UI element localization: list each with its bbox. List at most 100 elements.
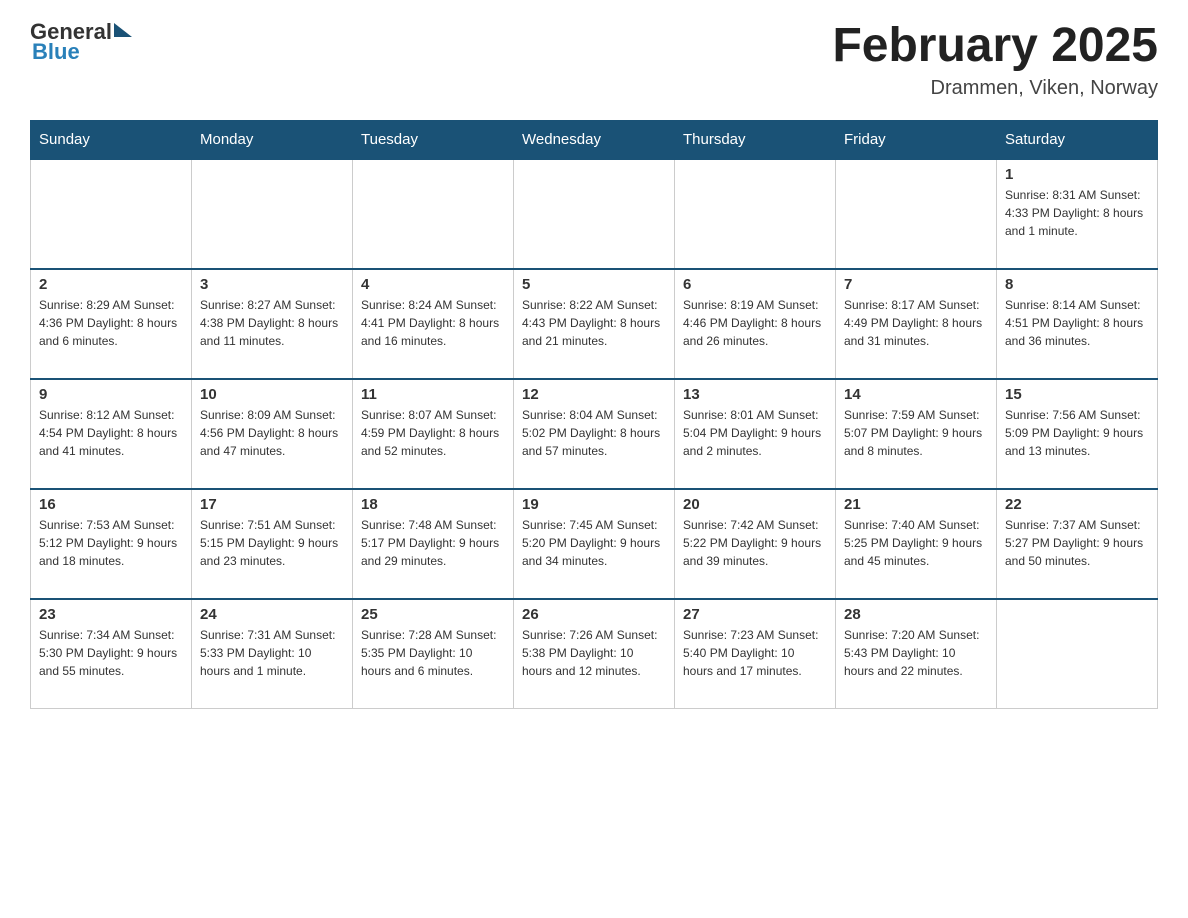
- logo: General Blue: [30, 20, 132, 64]
- month-title: February 2025: [832, 20, 1158, 73]
- day-info: Sunrise: 7:51 AM Sunset: 5:15 PM Dayligh…: [200, 516, 344, 570]
- calendar-week-5: 23 Sunrise: 7:34 AM Sunset: 5:30 PM Dayli…: [31, 599, 1158, 709]
- weekday-header-friday: Friday: [836, 120, 997, 159]
- day-number: 6: [683, 276, 827, 293]
- calendar-day: 4 Sunrise: 8:24 AM Sunset: 4:41 PM Daylig…: [353, 269, 514, 379]
- title-area: February 2025 Drammen, Viken, Norway: [832, 20, 1158, 100]
- calendar-day: 11 Sunrise: 8:07 AM Sunset: 4:59 PM Dayli…: [353, 379, 514, 489]
- calendar-day: [997, 599, 1158, 709]
- day-info: Sunrise: 7:40 AM Sunset: 5:25 PM Dayligh…: [844, 516, 988, 570]
- day-number: 14: [844, 386, 988, 403]
- calendar-day: [514, 159, 675, 269]
- weekday-header-sunday: Sunday: [31, 120, 192, 159]
- day-info: Sunrise: 7:37 AM Sunset: 5:27 PM Dayligh…: [1005, 516, 1149, 570]
- day-info: Sunrise: 7:56 AM Sunset: 5:09 PM Dayligh…: [1005, 406, 1149, 460]
- calendar-day: 16 Sunrise: 7:53 AM Sunset: 5:12 PM Dayli…: [31, 489, 192, 599]
- day-info: Sunrise: 8:12 AM Sunset: 4:54 PM Dayligh…: [39, 406, 183, 460]
- day-number: 23: [39, 606, 183, 623]
- calendar-day: 28 Sunrise: 7:20 AM Sunset: 5:43 PM Dayli…: [836, 599, 997, 709]
- calendar-day: 24Sunrise: 7:31 AM Sunset: 5:33 PM Dayli…: [192, 599, 353, 709]
- calendar-day: 3Sunrise: 8:27 AM Sunset: 4:38 PM Daylig…: [192, 269, 353, 379]
- day-info: Sunrise: 8:01 AM Sunset: 5:04 PM Dayligh…: [683, 406, 827, 460]
- day-info: Sunrise: 7:23 AM Sunset: 5:40 PM Dayligh…: [683, 626, 827, 680]
- calendar-day: 6Sunrise: 8:19 AM Sunset: 4:46 PM Daylig…: [675, 269, 836, 379]
- day-info: Sunrise: 8:24 AM Sunset: 4:41 PM Dayligh…: [361, 296, 505, 350]
- day-number: 2: [39, 276, 183, 293]
- day-number: 21: [844, 496, 988, 513]
- day-number: 3: [200, 276, 344, 293]
- day-number: 4: [361, 276, 505, 293]
- day-number: 9: [39, 386, 183, 403]
- calendar-week-1: 1 Sunrise: 8:31 AM Sunset: 4:33 PM Daylig…: [31, 159, 1158, 269]
- day-info: Sunrise: 8:09 AM Sunset: 4:56 PM Dayligh…: [200, 406, 344, 460]
- day-number: 27: [683, 606, 827, 623]
- day-number: 17: [200, 496, 344, 513]
- weekday-row: SundayMondayTuesdayWednesdayThursdayFrid…: [31, 120, 1158, 159]
- day-number: 22: [1005, 496, 1149, 513]
- logo-arrow-icon: [114, 23, 132, 37]
- calendar-day: 27 Sunrise: 7:23 AM Sunset: 5:40 PM Dayli…: [675, 599, 836, 709]
- day-number: 12: [522, 386, 666, 403]
- day-number: 11: [361, 386, 505, 403]
- day-info: Sunrise: 7:20 AM Sunset: 5:43 PM Dayligh…: [844, 626, 988, 680]
- calendar-day: 14 Sunrise: 7:59 AM Sunset: 5:07 PM Dayli…: [836, 379, 997, 489]
- day-number: 13: [683, 386, 827, 403]
- day-info: Sunrise: 8:14 AM Sunset: 4:51 PM Dayligh…: [1005, 296, 1149, 350]
- day-number: 7: [844, 276, 988, 293]
- day-number: 24: [200, 606, 344, 623]
- day-info: Sunrise: 8:04 AM Sunset: 5:02 PM Dayligh…: [522, 406, 666, 460]
- calendar-week-4: 16 Sunrise: 7:53 AM Sunset: 5:12 PM Dayli…: [31, 489, 1158, 599]
- weekday-header-saturday: Saturday: [997, 120, 1158, 159]
- day-number: 1: [1005, 166, 1149, 183]
- day-info: Sunrise: 8:17 AM Sunset: 4:49 PM Dayligh…: [844, 296, 988, 350]
- calendar-day: 1 Sunrise: 8:31 AM Sunset: 4:33 PM Daylig…: [997, 159, 1158, 269]
- day-number: 16: [39, 496, 183, 513]
- day-info: Sunrise: 7:45 AM Sunset: 5:20 PM Dayligh…: [522, 516, 666, 570]
- weekday-header-tuesday: Tuesday: [353, 120, 514, 159]
- day-number: 20: [683, 496, 827, 513]
- day-info: Sunrise: 7:34 AM Sunset: 5:30 PM Dayligh…: [39, 626, 183, 680]
- calendar-day: 18Sunrise: 7:48 AM Sunset: 5:17 PM Dayli…: [353, 489, 514, 599]
- day-info: Sunrise: 8:29 AM Sunset: 4:36 PM Dayligh…: [39, 296, 183, 350]
- day-number: 10: [200, 386, 344, 403]
- calendar-day: 8 Sunrise: 8:14 AM Sunset: 4:51 PM Daylig…: [997, 269, 1158, 379]
- calendar-day: [836, 159, 997, 269]
- calendar-day: 25 Sunrise: 7:28 AM Sunset: 5:35 PM Dayli…: [353, 599, 514, 709]
- weekday-header-monday: Monday: [192, 120, 353, 159]
- calendar-day: 7 Sunrise: 8:17 AM Sunset: 4:49 PM Daylig…: [836, 269, 997, 379]
- day-info: Sunrise: 7:48 AM Sunset: 5:17 PM Dayligh…: [361, 516, 505, 570]
- calendar-day: 10 Sunrise: 8:09 AM Sunset: 4:56 PM Dayli…: [192, 379, 353, 489]
- day-number: 26: [522, 606, 666, 623]
- calendar-week-2: 2 Sunrise: 8:29 AM Sunset: 4:36 PM Daylig…: [31, 269, 1158, 379]
- day-number: 28: [844, 606, 988, 623]
- calendar-day: 19 Sunrise: 7:45 AM Sunset: 5:20 PM Dayli…: [514, 489, 675, 599]
- day-info: Sunrise: 7:59 AM Sunset: 5:07 PM Dayligh…: [844, 406, 988, 460]
- calendar-day: 20 Sunrise: 7:42 AM Sunset: 5:22 PM Dayli…: [675, 489, 836, 599]
- day-info: Sunrise: 7:28 AM Sunset: 5:35 PM Dayligh…: [361, 626, 505, 680]
- day-info: Sunrise: 8:22 AM Sunset: 4:43 PM Dayligh…: [522, 296, 666, 350]
- day-number: 8: [1005, 276, 1149, 293]
- weekday-header-thursday: Thursday: [675, 120, 836, 159]
- calendar-week-3: 9 Sunrise: 8:12 AM Sunset: 4:54 PM Daylig…: [31, 379, 1158, 489]
- calendar-day: 17 Sunrise: 7:51 AM Sunset: 5:15 PM Dayli…: [192, 489, 353, 599]
- calendar-day: 2 Sunrise: 8:29 AM Sunset: 4:36 PM Daylig…: [31, 269, 192, 379]
- day-info: Sunrise: 7:26 AM Sunset: 5:38 PM Dayligh…: [522, 626, 666, 680]
- day-info: Sunrise: 8:31 AM Sunset: 4:33 PM Dayligh…: [1005, 186, 1149, 240]
- day-number: 15: [1005, 386, 1149, 403]
- calendar-day: [353, 159, 514, 269]
- day-info: Sunrise: 7:53 AM Sunset: 5:12 PM Dayligh…: [39, 516, 183, 570]
- weekday-header-wednesday: Wednesday: [514, 120, 675, 159]
- day-info: Sunrise: 7:42 AM Sunset: 5:22 PM Dayligh…: [683, 516, 827, 570]
- calendar-day: [675, 159, 836, 269]
- calendar-table: SundayMondayTuesdayWednesdayThursdayFrid…: [30, 120, 1158, 710]
- calendar-day: 5Sunrise: 8:22 AM Sunset: 4:43 PM Daylig…: [514, 269, 675, 379]
- day-number: 25: [361, 606, 505, 623]
- day-number: 19: [522, 496, 666, 513]
- day-info: Sunrise: 8:07 AM Sunset: 4:59 PM Dayligh…: [361, 406, 505, 460]
- calendar-day: 26 Sunrise: 7:26 AM Sunset: 5:38 PM Dayli…: [514, 599, 675, 709]
- calendar-day: 22 Sunrise: 7:37 AM Sunset: 5:27 PM Dayli…: [997, 489, 1158, 599]
- calendar-day: 9 Sunrise: 8:12 AM Sunset: 4:54 PM Daylig…: [31, 379, 192, 489]
- calendar-day: 12 Sunrise: 8:04 AM Sunset: 5:02 PM Dayli…: [514, 379, 675, 489]
- calendar-day: 13 Sunrise: 8:01 AM Sunset: 5:04 PM Dayli…: [675, 379, 836, 489]
- calendar-day: [31, 159, 192, 269]
